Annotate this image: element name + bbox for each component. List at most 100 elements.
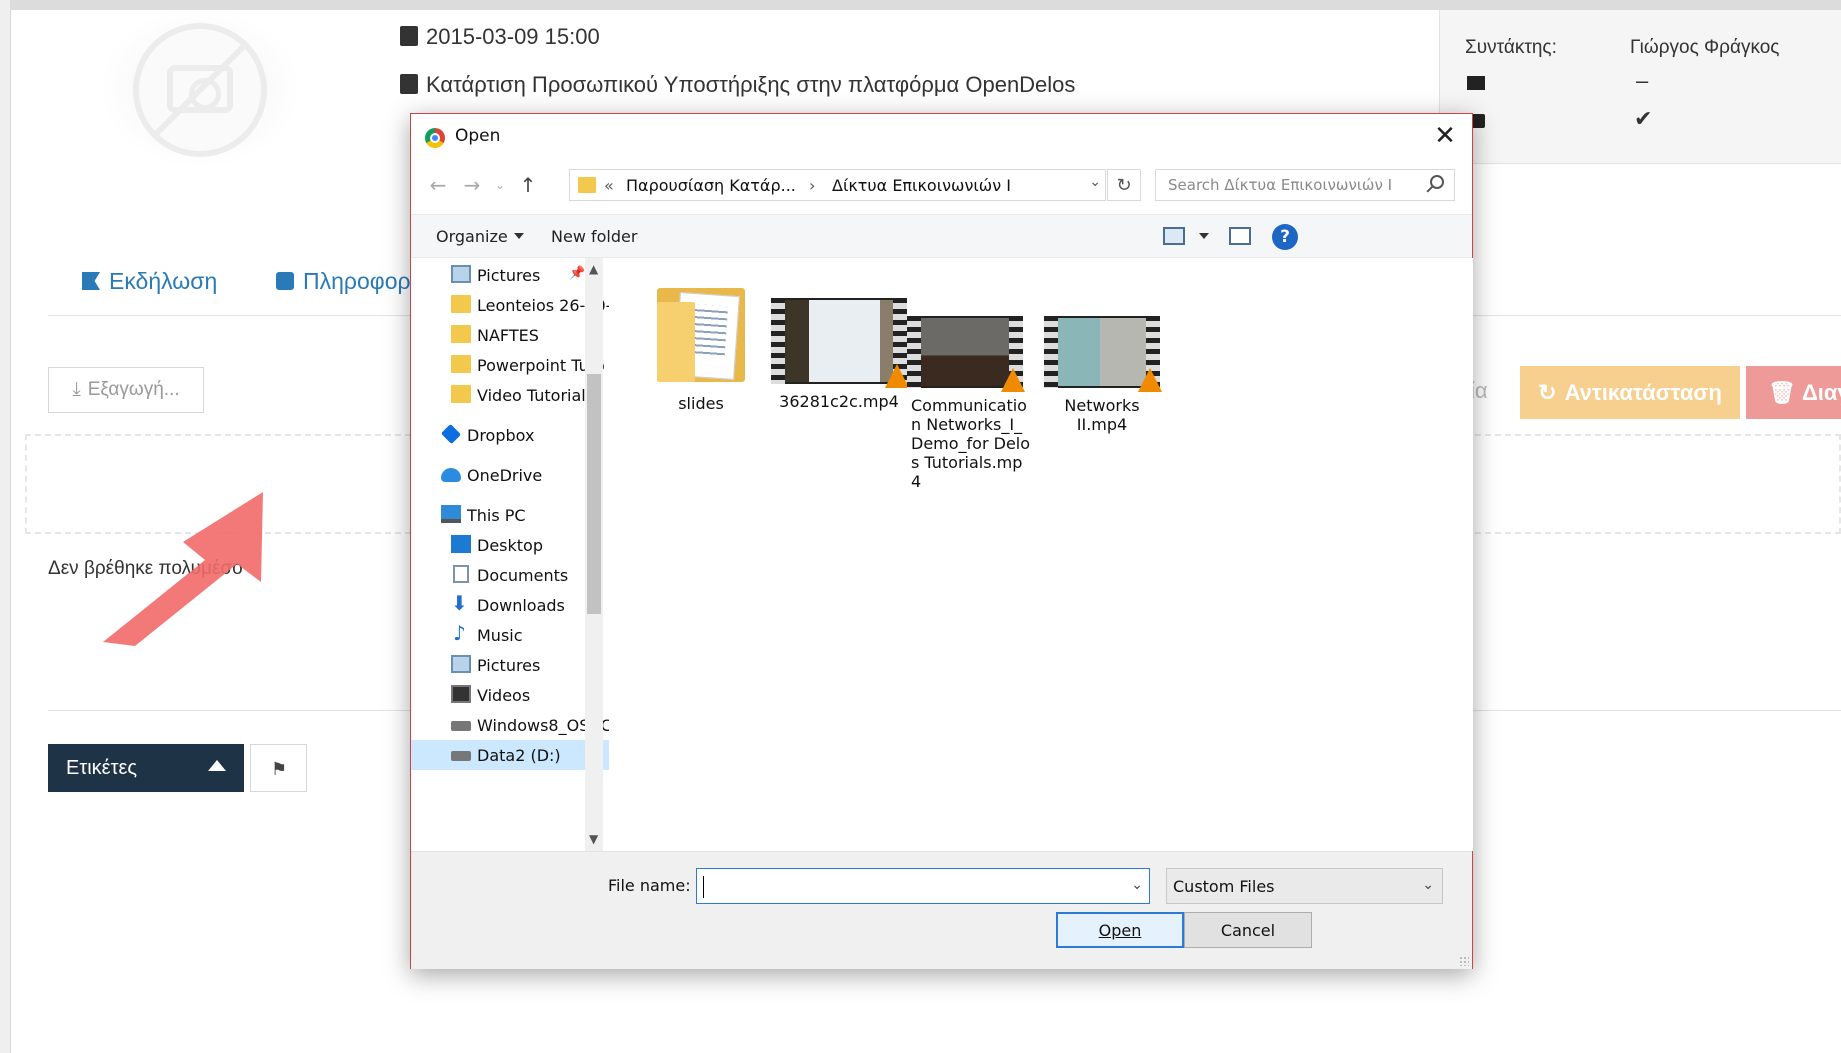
breadcrumb-segment[interactable]: Δίκτυα Επικοινωνιών Ι [832,176,1011,195]
cancel-label: Cancel [1220,920,1276,940]
dialog-toolbar: Organize New folder ? [411,214,1472,258]
chevron-down-icon[interactable]: ⌄ [1089,174,1101,190]
recent-dropdown-icon[interactable]: ⌄ [487,172,513,198]
address-bar[interactable]: « Παρουσίαση Κατάρ... › Δίκτυα Επικοινων… [569,169,1106,201]
tag-action-button[interactable]: ⚑ [250,744,307,792]
documents-icon [453,565,469,583]
no-image-icon [133,23,267,157]
scroll-thumb[interactable] [587,374,601,614]
calendar-icon [400,26,418,46]
file-name: slides [678,394,724,413]
chevron-down-icon: ⌄ [1422,877,1434,893]
file-item[interactable]: slides [635,280,767,413]
video-thumbnail-icon [771,298,909,388]
breadcrumb-overflow[interactable]: « [604,176,614,195]
forward-arrow-icon[interactable]: → [459,172,485,198]
folder-icon [451,385,471,403]
tab-info[interactable]: Πληροφορ [276,268,411,295]
delete-button[interactable]: 🗑Διαγ [1746,366,1841,419]
file-type-value: Custom Files [1173,877,1275,896]
nav-scrollbar[interactable]: ▲ ▼ [585,258,603,851]
search-placeholder: Search Δίκτυα Επικοινωνιών Ι [1168,176,1393,194]
search-input[interactable]: Search Δίκτυα Επικοινωνιών Ι [1155,169,1455,201]
view-dropdown[interactable] [1193,227,1209,246]
video-frame [785,300,893,382]
preview-pane-icon[interactable] [1229,227,1251,245]
nav-label: Documents [477,566,569,585]
export-label: Εξαγωγή... [87,379,180,400]
open-file-dialog: Open ✕ ← → ⌄ ↑ « Παρουσίαση Κατάρ... › Δ… [410,113,1473,969]
event-datetime: 2015-03-09 15:00 [400,24,600,50]
dialog-title: Open [455,126,501,146]
event-title: Κατάρτιση Προσωπικού Υποστήριξης στην πλ… [400,72,1075,98]
help-icon[interactable]: ? [1272,224,1298,250]
back-arrow-icon[interactable]: ← [425,172,451,198]
folder-icon [578,177,596,193]
tab-event-label: Εκδήλωση [109,268,218,294]
folder-front [657,302,695,382]
nav-label: OneDrive [467,466,543,485]
drive-icon [451,751,471,761]
chevron-down-icon[interactable]: ⌄ [1131,877,1143,893]
caret-down-icon [1199,233,1209,239]
annotation-arrow [103,492,263,646]
film-strip [1044,316,1058,388]
chevron-up-icon [208,760,226,771]
file-item[interactable]: 36281c2c.mp4 [765,298,913,411]
page-left-border [0,0,10,1053]
trash-icon: 🗑 [1768,379,1796,405]
computer-icon [441,505,461,523]
downloads-icon: ⬇ [451,591,468,615]
open-label: Open [1098,920,1142,940]
music-icon: ♪ [453,621,466,645]
close-button[interactable]: ✕ [1428,120,1462,152]
file-item[interactable]: Networks II.mp4 [1037,316,1167,434]
pin-icon: 📌 [569,266,586,281]
title-text: Κατάρτιση Προσωπικού Υποστήριξης στην πλ… [426,72,1076,97]
nav-label: Pictures [477,266,541,285]
tags-toggle-button[interactable]: Ετικέτες [48,744,244,792]
editor-value: Γιώργος Φράγκος [1630,37,1780,58]
nav-label: NAFTES [477,326,539,345]
scroll-up-icon[interactable]: ▲ [589,262,598,276]
replace-button[interactable]: ↻ Αντικατάσταση [1520,366,1740,419]
view-options-icon[interactable] [1163,227,1185,245]
new-folder-button[interactable]: New folder [551,227,637,246]
folder-icon [451,325,471,343]
replace-label: Αντικατάσταση [1564,379,1722,405]
resize-grip[interactable] [1459,956,1469,966]
navigation-pane: Pictures 📌 Leonteios 26-10- NAFTES Powerp… [411,258,639,851]
file-name: 36281c2c.mp4 [779,392,899,411]
film-strip [907,316,921,388]
cancel-button[interactable]: Cancel [1184,912,1312,948]
videos-icon [451,685,471,703]
nav-label: This PC [467,506,526,525]
file-list: slides 36281c2c.mp4 Communication Networ… [609,258,1473,851]
scroll-down-icon[interactable]: ▼ [589,832,598,846]
onedrive-icon [441,468,461,482]
nav-label: Downloads [477,596,565,615]
nav-label: Music [477,626,523,645]
file-name: Networks II.mp4 [1064,396,1140,434]
organize-menu[interactable]: Organize [436,227,524,246]
nav-label: Desktop [477,536,543,555]
file-name-input[interactable]: ⌄ [696,868,1150,904]
caret-down-icon [513,233,524,239]
nav-label: Videos [477,686,531,705]
video-frame [921,318,1009,386]
up-arrow-icon[interactable]: ↑ [515,172,541,198]
file-item[interactable]: Communication Networks_I_Demo_for Delos … [901,316,1030,491]
vlc-icon [1138,368,1162,392]
open-button[interactable]: Open [1056,912,1184,948]
arrow-shape [103,492,263,646]
book-icon [400,74,418,94]
dialog-footer: File name: ⌄ Custom Files ⌄ Open Cancel [411,851,1472,969]
tab-event[interactable]: Εκδήλωση [82,268,217,295]
export-button[interactable]: ⤓ Εξαγωγή... [48,367,204,413]
nav-label: Pictures [477,656,541,675]
file-type-select[interactable]: Custom Files ⌄ [1166,868,1443,904]
download-icon: ⤓ [72,379,81,400]
refresh-button[interactable]: ↻ [1107,169,1141,201]
breadcrumb-segment[interactable]: Παρουσίαση Κατάρ... [626,176,796,195]
video-camera-icon [1467,76,1485,90]
